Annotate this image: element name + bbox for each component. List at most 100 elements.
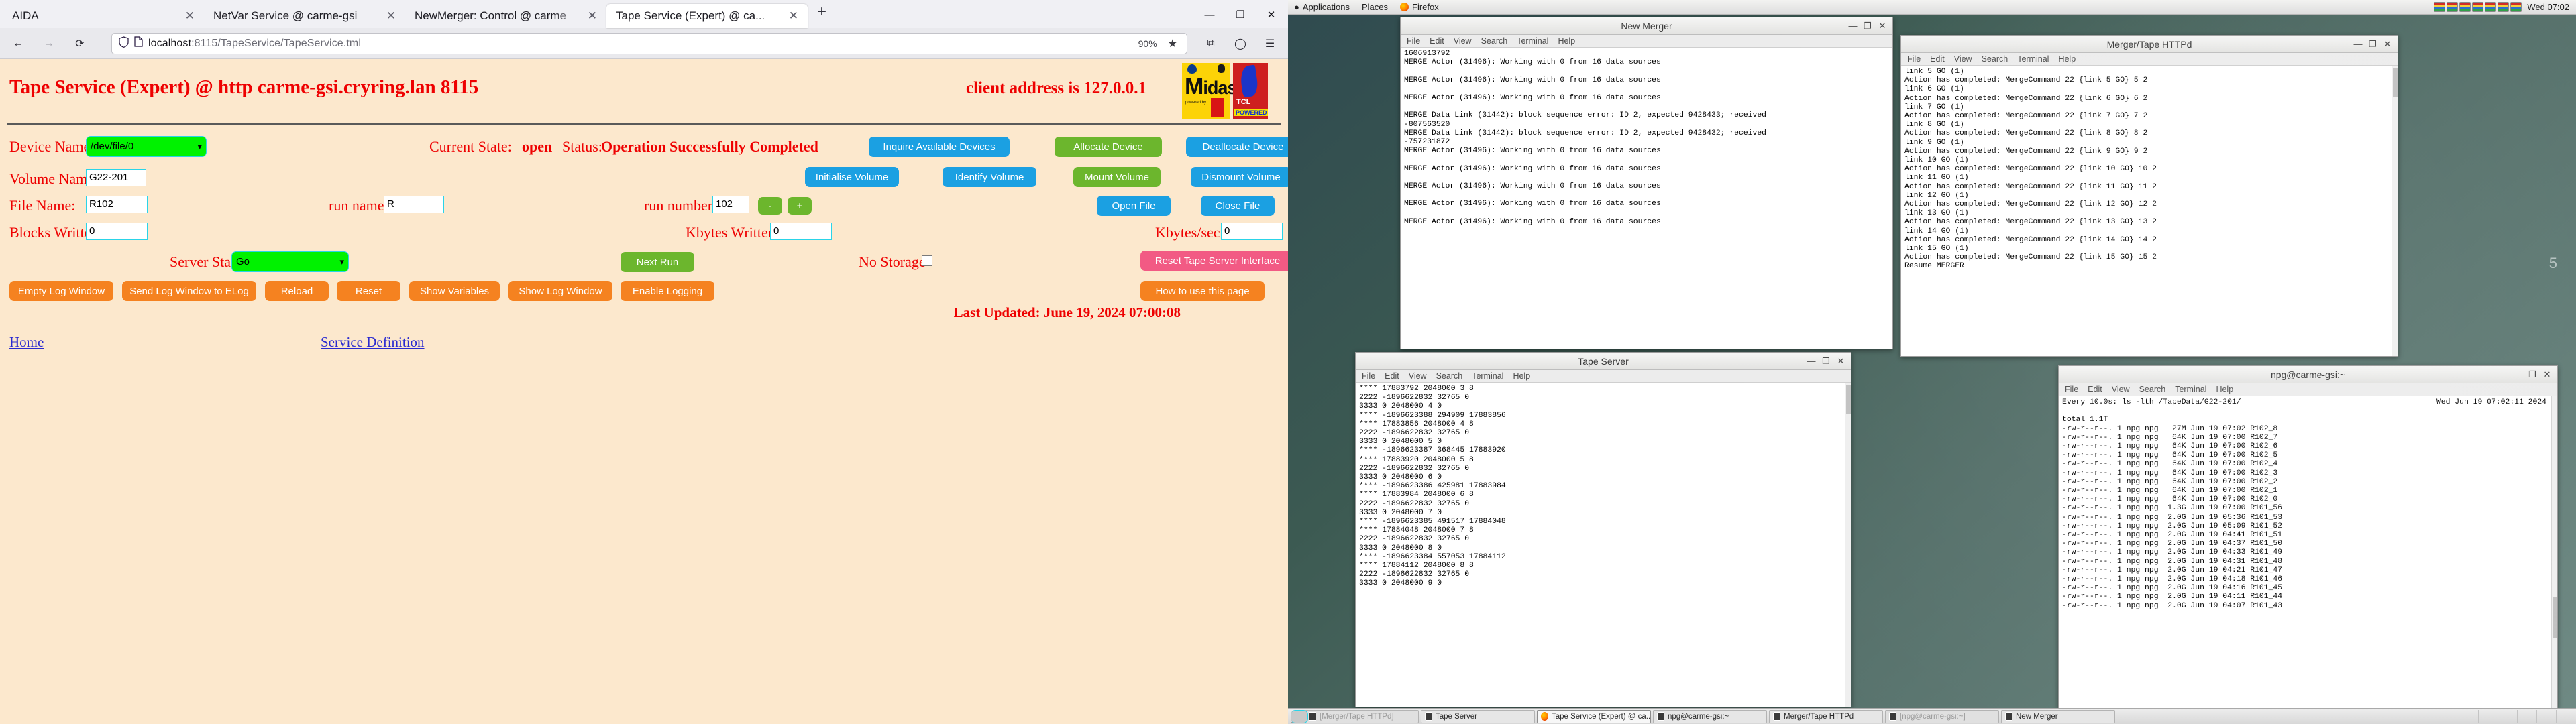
titlebar[interactable]: New Merger — ❐ ✕ (1401, 17, 1892, 35)
bookmark-star-icon[interactable]: ★ (1168, 37, 1180, 50)
page-info-icon[interactable] (134, 36, 143, 50)
menu-help[interactable]: Help (1558, 36, 1575, 46)
close-icon[interactable]: ✕ (1875, 21, 1890, 32)
close-window-icon[interactable]: ✕ (1256, 1, 1287, 28)
taskbar-item-5[interactable]: [npg@carme-gsi:~] (1885, 709, 1999, 723)
allocate-device-button[interactable]: Allocate Device (1055, 137, 1162, 157)
scrollbar[interactable] (2551, 396, 2557, 708)
minimize-icon[interactable]: — (1845, 21, 1860, 32)
window-new-merger[interactable]: New Merger — ❐ ✕ File Edit View Search T… (1400, 17, 1893, 349)
taskbar-item-6[interactable]: New Merger (2001, 709, 2115, 723)
workspace-switcher-4[interactable] (2517, 709, 2534, 723)
taskbar-item-2[interactable]: Tape Service (Expert) @ ca... (1537, 709, 1651, 723)
browser-tab-2[interactable]: NewMerger: Control @ carme ✕ (405, 4, 606, 28)
reset-tape-server-interface-button[interactable]: Reset Tape Server Interface (1140, 251, 1288, 271)
workspace-switcher-6[interactable] (2556, 709, 2573, 723)
maximize-icon[interactable]: ❐ (2525, 369, 2540, 380)
maximize-icon[interactable]: ❐ (1819, 356, 1833, 367)
browser-tab-0[interactable]: AIDA ✕ (3, 4, 204, 28)
menu-file[interactable]: File (1907, 54, 1921, 64)
deallocate-device-button[interactable]: Deallocate Device (1186, 137, 1288, 157)
titlebar[interactable]: npg@carme-gsi:~ — ❐ ✕ (2059, 366, 2557, 383)
menu-edit[interactable]: Edit (1930, 54, 1945, 64)
menu-terminal[interactable]: Terminal (1472, 371, 1503, 381)
tray-icon[interactable] (2510, 2, 2522, 12)
run-number-increment-button[interactable]: + (788, 197, 812, 215)
next-run-button[interactable]: Next Run (621, 252, 694, 272)
menu-search[interactable]: Search (1982, 54, 2008, 64)
terminal-output[interactable]: 1606913792 MERGE Actor (31496): Working … (1401, 48, 1892, 349)
show-log-window-button[interactable]: Show Log Window (508, 281, 612, 301)
menu-terminal[interactable]: Terminal (1517, 36, 1548, 46)
window-merger-tape-httpd[interactable]: Merger/Tape HTTPd — ❐ ✕ File Edit View S… (1900, 35, 2398, 357)
app-menu-icon[interactable]: ☰ (1258, 32, 1281, 55)
menu-terminal[interactable]: Terminal (2017, 54, 2049, 64)
tray-icon[interactable] (2498, 2, 2510, 12)
maximize-icon[interactable]: ❐ (1860, 21, 1875, 32)
menu-search[interactable]: Search (1481, 36, 1508, 46)
applications-menu[interactable]: ● Applications (1288, 0, 1356, 14)
menu-terminal[interactable]: Terminal (2175, 385, 2206, 394)
minimize-icon[interactable]: — (1194, 1, 1225, 28)
browser-tab-1[interactable]: NetVar Service @ carme-gsi ✕ (204, 4, 405, 28)
tray-icon[interactable] (2434, 2, 2446, 12)
menu-view[interactable]: View (1454, 36, 1472, 46)
terminal-output[interactable]: Every 10.0s: ls -lth /TapeData/G22-201/ … (2059, 396, 2557, 708)
menu-file[interactable]: File (1407, 36, 1420, 46)
tray-icon[interactable] (2472, 2, 2484, 12)
menu-view[interactable]: View (1954, 54, 1972, 64)
menu-search[interactable]: Search (2139, 385, 2166, 394)
open-file-button[interactable]: Open File (1097, 196, 1171, 216)
identify-volume-button[interactable]: Identify Volume (943, 167, 1036, 187)
workspace-switcher-1[interactable] (2478, 709, 2496, 723)
close-icon[interactable]: ✕ (181, 9, 199, 23)
close-icon[interactable]: ✕ (584, 9, 601, 23)
places-menu[interactable]: Places (1356, 0, 1394, 14)
browser-tab-3[interactable]: Tape Service (Expert) @ ca... ✕ (606, 4, 808, 28)
run-number-decrement-button[interactable]: - (758, 197, 782, 215)
forward-icon[interactable]: → (38, 32, 60, 55)
run-number-input[interactable]: 102 (712, 196, 749, 213)
menu-search[interactable]: Search (1436, 371, 1463, 381)
menu-edit[interactable]: Edit (1430, 36, 1444, 46)
workspace-switcher-5[interactable] (2536, 709, 2554, 723)
home-link[interactable]: Home (9, 334, 44, 351)
minimize-icon[interactable]: — (1804, 356, 1819, 367)
window-npg-carme-gsi[interactable]: npg@carme-gsi:~ — ❐ ✕ File Edit View Sea… (2058, 365, 2558, 709)
menu-help[interactable]: Help (2216, 385, 2233, 394)
server-state-select[interactable]: Go ▾ (231, 251, 349, 272)
kbytes-sec-input[interactable]: 0 (1221, 223, 1283, 240)
kbytes-written-input[interactable]: 0 (770, 223, 832, 240)
menu-edit[interactable]: Edit (1385, 371, 1399, 381)
run-name-input[interactable]: R (384, 196, 444, 213)
volume-name-input[interactable]: G22-201 (86, 169, 146, 186)
account-icon[interactable]: ◯ (1229, 32, 1252, 55)
tray-icon[interactable] (2447, 2, 2459, 12)
zoom-level-badge[interactable]: 90% (1133, 38, 1163, 49)
service-definition-link[interactable]: Service Definition (321, 334, 425, 351)
minimize-icon[interactable]: — (2510, 369, 2525, 380)
dismount-volume-button[interactable]: Dismount Volume (1191, 167, 1288, 187)
terminal-output[interactable]: link 5 GO (1) Action has completed: Merg… (1901, 66, 2398, 356)
scrollbar[interactable] (1845, 383, 1851, 707)
panel-clock[interactable]: Wed 07:02 (2527, 2, 2576, 12)
menu-view[interactable]: View (1409, 371, 1427, 381)
titlebar[interactable]: Merger/Tape HTTPd — ❐ ✕ (1901, 36, 2398, 53)
send-log-window-to-elog-button[interactable]: Send Log Window to ELog (122, 281, 256, 301)
close-icon[interactable]: ✕ (2380, 39, 2395, 50)
close-icon[interactable]: ✕ (382, 9, 400, 23)
maximize-icon[interactable]: ❐ (2365, 39, 2380, 50)
reload-button[interactable]: Reload (265, 281, 329, 301)
close-icon[interactable]: ✕ (785, 9, 802, 23)
new-tab-button[interactable]: + (808, 4, 836, 24)
taskbar-item-1[interactable]: Tape Server (1421, 709, 1535, 723)
menu-help[interactable]: Help (1513, 371, 1530, 381)
tray-icon[interactable] (2485, 2, 2497, 12)
menu-view[interactable]: View (2112, 385, 2130, 394)
address-bar[interactable]: localhost:8115/TapeService/TapeService.t… (111, 32, 1187, 54)
show-variables-button[interactable]: Show Variables (409, 281, 500, 301)
mount-volume-button[interactable]: Mount Volume (1073, 167, 1161, 187)
minimize-icon[interactable]: — (2351, 39, 2365, 50)
no-storage-checkbox[interactable] (922, 255, 932, 266)
enable-logging-button[interactable]: Enable Logging (621, 281, 714, 301)
